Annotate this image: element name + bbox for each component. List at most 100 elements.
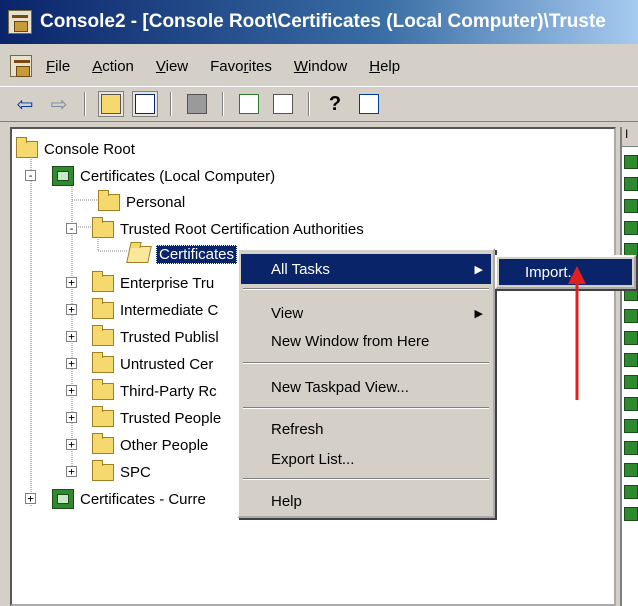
tree-node-untrusted-certificates[interactable]: Untrusted Cer: [92, 351, 213, 376]
expand-icon[interactable]: +: [66, 358, 77, 369]
tree-node-label: Trusted Root Certification Authorities: [120, 220, 364, 238]
refresh-icon[interactable]: [236, 91, 262, 117]
menu-item-refresh[interactable]: Refresh: [241, 414, 491, 444]
tree-node-label: Enterprise Tru: [120, 274, 215, 292]
folder-icon: [92, 378, 114, 400]
expand-icon[interactable]: +: [66, 304, 77, 315]
certificate-icon: [624, 485, 638, 499]
menu-separator: [243, 288, 489, 290]
certificate-list: [622, 155, 638, 521]
back-icon[interactable]: ⇦: [12, 91, 38, 117]
tree-node-personal[interactable]: Personal: [98, 189, 185, 214]
menu-item-all-tasks[interactable]: All Tasks ▶: [241, 254, 491, 284]
menu-file[interactable]: File: [46, 56, 70, 77]
certificate-snapin-icon: [52, 166, 74, 186]
context-menu: All Tasks ▶ View ▶ New Window from Here …: [237, 248, 495, 518]
menu-item-new-taskpad-view[interactable]: New Taskpad View...: [241, 372, 491, 402]
expand-icon[interactable]: +: [66, 385, 77, 396]
certificate-icon: [624, 177, 638, 191]
menu-item-export-list[interactable]: Export List...: [241, 444, 491, 474]
folder-icon: [92, 459, 114, 481]
toolbar-separator: [170, 92, 172, 116]
column-header[interactable]: I: [622, 127, 638, 147]
tree-node-trusted-publishers[interactable]: Trusted Publisl: [92, 324, 219, 349]
submenu-arrow-icon: ▶: [474, 307, 483, 320]
toolbar-separator: [222, 92, 224, 116]
tree-node-label: Certificates - Curre: [80, 490, 206, 508]
menu-favorites[interactable]: Favorites: [210, 56, 272, 77]
properties-icon[interactable]: [356, 91, 382, 117]
tree-node-enterprise-trust[interactable]: Enterprise Tru: [92, 270, 215, 295]
menu-action[interactable]: Action: [92, 56, 134, 77]
tree-node-label: Trusted People: [120, 409, 222, 427]
tree-node-label: Other People: [120, 436, 209, 454]
tree-node-spc[interactable]: SPC: [92, 459, 151, 484]
show-hide-tree-icon[interactable]: [132, 91, 158, 117]
folder-icon: [92, 405, 114, 427]
tree-node-label: Trusted Publisl: [120, 328, 219, 346]
tree-node-console-root[interactable]: Console Root: [16, 136, 135, 161]
expand-icon[interactable]: +: [66, 412, 77, 423]
menu-item-new-window-from-here[interactable]: New Window from Here: [241, 326, 491, 356]
certificate-icon: [624, 375, 638, 389]
menu-bar: File Action View Favorites Window Help: [0, 50, 638, 82]
menu-item-label: New Window from Here: [271, 332, 430, 350]
certificate-icon: [624, 353, 638, 367]
tree-node-certificates-local-computer[interactable]: Certificates (Local Computer): [52, 164, 275, 188]
expand-icon[interactable]: +: [66, 466, 77, 477]
tree-node-third-party-root[interactable]: Third-Party Rc: [92, 378, 217, 403]
folder-icon: [92, 324, 114, 346]
menu-item-label: Refresh: [271, 420, 324, 438]
expand-icon[interactable]: +: [66, 331, 77, 342]
folder-icon: [98, 189, 120, 211]
menu-window[interactable]: Window: [294, 56, 347, 77]
details-pane[interactable]: I: [620, 127, 638, 606]
export-icon[interactable]: [184, 91, 210, 117]
folder-icon: [16, 136, 38, 158]
tree-node-trusted-people[interactable]: Trusted People: [92, 405, 222, 430]
menu-item-help[interactable]: Help: [241, 486, 491, 516]
folder-icon: [92, 270, 114, 292]
tree-node-label: Certificates: [156, 244, 238, 264]
menu-help[interactable]: Help: [369, 56, 400, 77]
tree-node-trusted-root-ca[interactable]: Trusted Root Certification Authorities: [92, 216, 364, 241]
forward-icon[interactable]: ⇨: [46, 91, 72, 117]
folder-icon: [92, 297, 114, 319]
expand-icon[interactable]: +: [25, 493, 36, 504]
export-list-icon[interactable]: [270, 91, 296, 117]
certificate-icon: [624, 155, 638, 169]
menu-separator: [243, 478, 489, 480]
menu-item-label: Export List...: [271, 450, 355, 468]
collapse-icon[interactable]: -: [25, 170, 36, 181]
folder-icon: [92, 432, 114, 454]
menu-item-label: All Tasks: [271, 260, 330, 278]
menu-item-view[interactable]: View ▶: [241, 298, 491, 328]
certificate-icon: [624, 287, 638, 301]
tree-node-label: Console Root: [44, 140, 135, 158]
expand-icon[interactable]: +: [66, 277, 77, 288]
collapse-icon[interactable]: -: [66, 223, 77, 234]
mmc-document-icon[interactable]: [10, 55, 32, 77]
menu-view[interactable]: View: [156, 56, 188, 77]
certificate-snapin-icon: [52, 489, 74, 509]
tree-node-other-people[interactable]: Other People: [92, 432, 209, 457]
certificate-icon: [624, 507, 638, 521]
certificate-icon: [624, 441, 638, 455]
tree-node-intermediate-ca[interactable]: Intermediate C: [92, 297, 219, 322]
red-arrow-annotation: [568, 266, 586, 400]
tree-node-certificates-selected[interactable]: Certificates: [126, 242, 238, 266]
up-folder-icon[interactable]: [98, 91, 124, 117]
toolbar-separator: [84, 92, 86, 116]
submenu-arrow-icon: ▶: [474, 263, 483, 276]
certificate-icon: [624, 463, 638, 477]
certificate-icon: [624, 419, 638, 433]
tree-node-label: Intermediate C: [120, 301, 219, 319]
certificate-icon: [624, 331, 638, 345]
title-bar[interactable]: Console2 - [Console Root\Certificates (L…: [0, 0, 638, 44]
menu-item-label: View: [271, 304, 304, 322]
tree-node-certificates-current-user[interactable]: Certificates - Curre: [52, 487, 206, 511]
expand-icon[interactable]: +: [66, 439, 77, 450]
menu-separator: [243, 407, 489, 409]
help-icon[interactable]: ?: [322, 91, 348, 117]
toolbar-separator: [308, 92, 310, 116]
